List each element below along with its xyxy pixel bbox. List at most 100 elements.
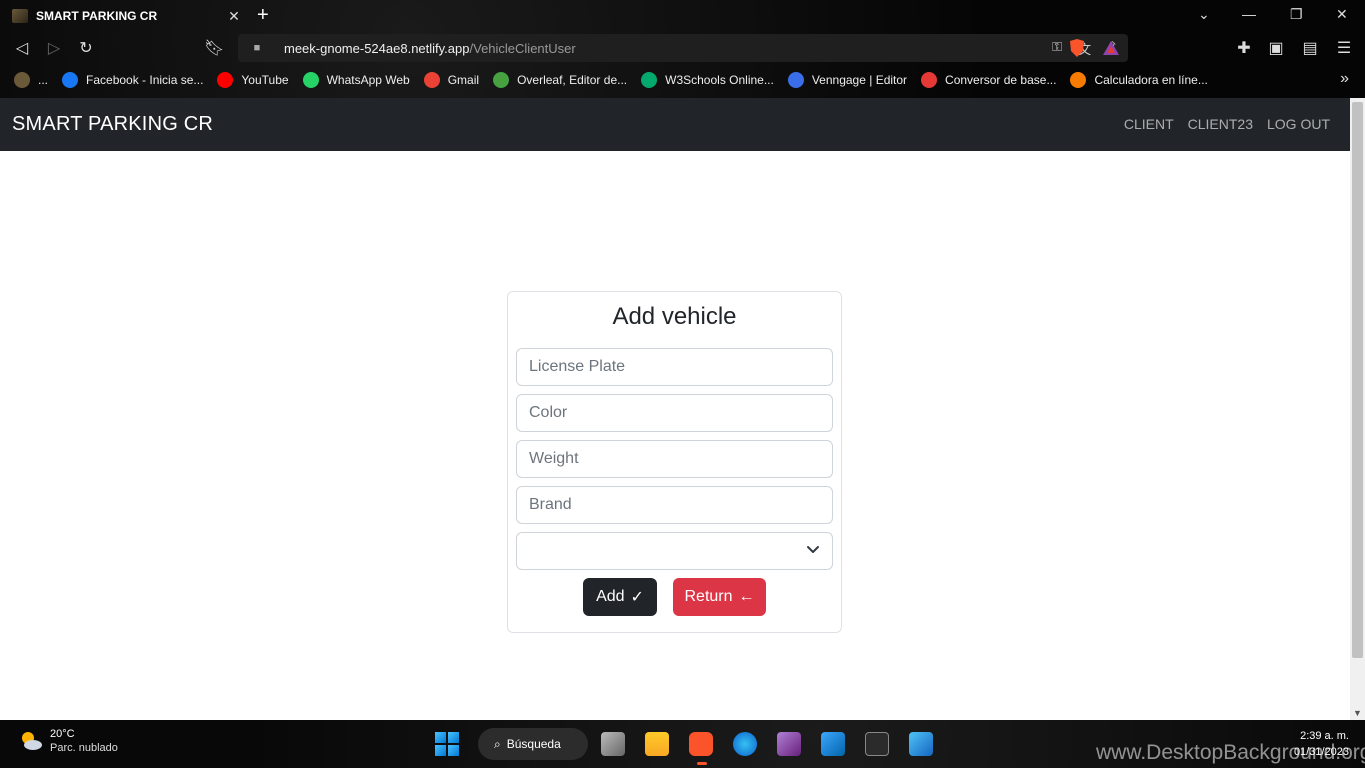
bookmark-item[interactable]: Facebook - Inicia se...	[62, 72, 203, 88]
add-button[interactable]: Add ✓	[583, 578, 657, 616]
partly-cloudy-icon	[22, 732, 42, 750]
brave-shield-icon[interactable]	[1068, 38, 1086, 58]
bookmark-label: Facebook - Inicia se...	[86, 73, 204, 87]
gmail-icon	[423, 72, 440, 88]
visual-studio-icon[interactable]	[777, 732, 801, 756]
brave-browser-icon[interactable]	[689, 732, 713, 756]
return-button-label: Return	[684, 588, 733, 605]
w3schools-icon	[641, 72, 658, 88]
address-bar[interactable]: ■ meek-gnome-524ae8.netlify.app /Vehicle…	[238, 34, 1128, 62]
converter-icon	[921, 72, 938, 88]
license-plate-input[interactable]	[516, 348, 833, 386]
nav-link-client23[interactable]: CLIENT23	[1188, 116, 1253, 132]
bookmark-item[interactable]: WhatsApp Web	[302, 72, 410, 88]
overleaf-icon	[493, 72, 510, 88]
weather-temperature: 20°C	[50, 728, 75, 740]
bookmark-label: Overleaf, Editor de...	[517, 73, 628, 87]
windows-start-icon[interactable]	[435, 732, 459, 756]
brand-input[interactable]	[516, 486, 833, 524]
bookmark-label: YouTube	[241, 73, 289, 87]
nav-link-client[interactable]: CLIENT	[1124, 116, 1174, 132]
bookmark-label: Calculadora en líne...	[1094, 73, 1208, 87]
key-icon[interactable]: ⚿	[1052, 39, 1062, 58]
tab-favicon-icon	[12, 9, 28, 23]
bookmark-label: Venngage | Editor	[811, 73, 908, 87]
bookmark-label: W3Schools Online...	[665, 73, 774, 87]
sidebar-icon[interactable]: ▣	[1266, 38, 1286, 58]
bookmark-item[interactable]: YouTube	[217, 72, 289, 88]
photos-icon[interactable]	[909, 732, 933, 756]
taskbar-search[interactable]: ⌕ Búsqueda	[478, 728, 588, 760]
return-button[interactable]: Return ←	[673, 578, 766, 616]
nav-links: CLIENT CLIENT23 LOG OUT	[1124, 116, 1330, 132]
brave-rewards-icon[interactable]	[1102, 38, 1120, 58]
watermark-text: www.DesktopBackground.org	[1096, 741, 1365, 764]
url-host: meek-gnome-524ae8.netlify.app	[284, 40, 470, 56]
app-navbar: SMART PARKING CR CLIENT CLIENT23 LOG OUT	[0, 98, 1350, 151]
url-path: /VehicleClientUser	[469, 40, 576, 56]
tab-title: SMART PARKING CR	[36, 9, 158, 23]
browser-chrome: SMART PARKING CR ✕ + ⌄ — ❐ ✕ ◁ ▷ ↻ 🔖︎ ■ …	[0, 0, 1365, 98]
close-tab-icon[interactable]: ✕	[226, 8, 242, 25]
web-page: SMART PARKING CR CLIENT CLIENT23 LOG OUT…	[0, 98, 1350, 720]
minimize-icon[interactable]: —	[1242, 6, 1256, 22]
bookmarks-bar: ... Facebook - Inicia se... YouTube WhatsAp…	[0, 66, 1365, 94]
add-vehicle-card: Add vehicle Add ✓ Return ←	[507, 291, 842, 633]
tab-search-icon[interactable]: ⌄	[1198, 6, 1210, 23]
bookmark-label: WhatsApp Web	[326, 73, 410, 87]
bookmark-item[interactable]: Calculadora en líne...	[1070, 72, 1208, 88]
new-tab-button[interactable]: +	[257, 4, 269, 27]
scroll-down-arrow-icon[interactable]: ▼	[1353, 708, 1362, 718]
bookmark-item[interactable]: W3Schools Online...	[641, 72, 774, 88]
forward-icon[interactable]: ▷	[44, 38, 64, 58]
weather-description: Parc. nublado	[50, 742, 118, 754]
bookmark-item[interactable]: Venngage | Editor	[787, 72, 908, 88]
search-icon: ⌕	[494, 736, 501, 751]
bookmark-label: ...	[38, 73, 49, 87]
menu-icon[interactable]: ☰	[1334, 38, 1354, 58]
bookmark-label: Conversor de base...	[945, 73, 1057, 87]
bookmark-item[interactable]: Conversor de base...	[921, 72, 1056, 88]
check-icon: ✓	[630, 589, 644, 606]
bookmark-item[interactable]: ...	[14, 72, 48, 88]
weather-widget[interactable]: 20°C Parc. nublado	[18, 728, 118, 754]
vehicle-type-select[interactable]	[516, 532, 833, 570]
calculator-icon	[1070, 72, 1087, 88]
terminal-icon[interactable]	[865, 732, 889, 756]
search-label: Búsqueda	[506, 737, 561, 751]
edge-browser-icon[interactable]	[733, 732, 757, 756]
close-window-icon[interactable]: ✕	[1336, 6, 1348, 23]
bookmark-item[interactable]: Gmail	[423, 72, 480, 88]
nav-link-logout[interactable]: LOG OUT	[1267, 116, 1330, 132]
brand-logo-text[interactable]: SMART PARKING CR	[12, 113, 213, 136]
add-button-label: Add	[596, 588, 625, 605]
reload-icon[interactable]: ↻	[76, 38, 96, 58]
more-bookmarks-icon[interactable]: »	[1340, 70, 1349, 88]
browser-tab[interactable]: SMART PARKING CR ✕	[6, 2, 246, 30]
color-input[interactable]	[516, 394, 833, 432]
arrow-left-icon: ←	[738, 588, 755, 605]
extensions-icon[interactable]: ✚	[1234, 38, 1254, 58]
youtube-icon	[217, 72, 234, 88]
facebook-icon	[62, 72, 79, 88]
active-app-indicator	[697, 762, 707, 765]
bookmark-icon[interactable]: 🔖︎	[204, 38, 224, 58]
back-icon[interactable]: ◁	[12, 38, 32, 58]
vscode-icon[interactable]	[821, 732, 845, 756]
page-scrollbar[interactable]: ▼	[1350, 98, 1365, 720]
venngage-icon	[787, 72, 804, 88]
whatsapp-icon	[302, 72, 319, 88]
tab-bar: SMART PARKING CR ✕ + ⌄ — ❐ ✕	[0, 0, 1365, 30]
form-title: Add vehicle	[612, 303, 737, 330]
bookmark-label: Gmail	[447, 73, 480, 87]
lock-icon: ■	[253, 42, 261, 54]
restore-icon[interactable]: ❐	[1290, 6, 1303, 23]
wallet-icon[interactable]: ▤	[1300, 38, 1320, 58]
file-explorer-icon[interactable]	[645, 732, 669, 756]
chevron-down-icon	[807, 546, 819, 553]
bookmark-item[interactable]: Overleaf, Editor de...	[493, 72, 627, 88]
scroll-thumb[interactable]	[1352, 102, 1363, 658]
weight-input[interactable]	[516, 440, 833, 478]
app-icon	[14, 72, 30, 88]
task-view-icon[interactable]	[601, 732, 625, 756]
